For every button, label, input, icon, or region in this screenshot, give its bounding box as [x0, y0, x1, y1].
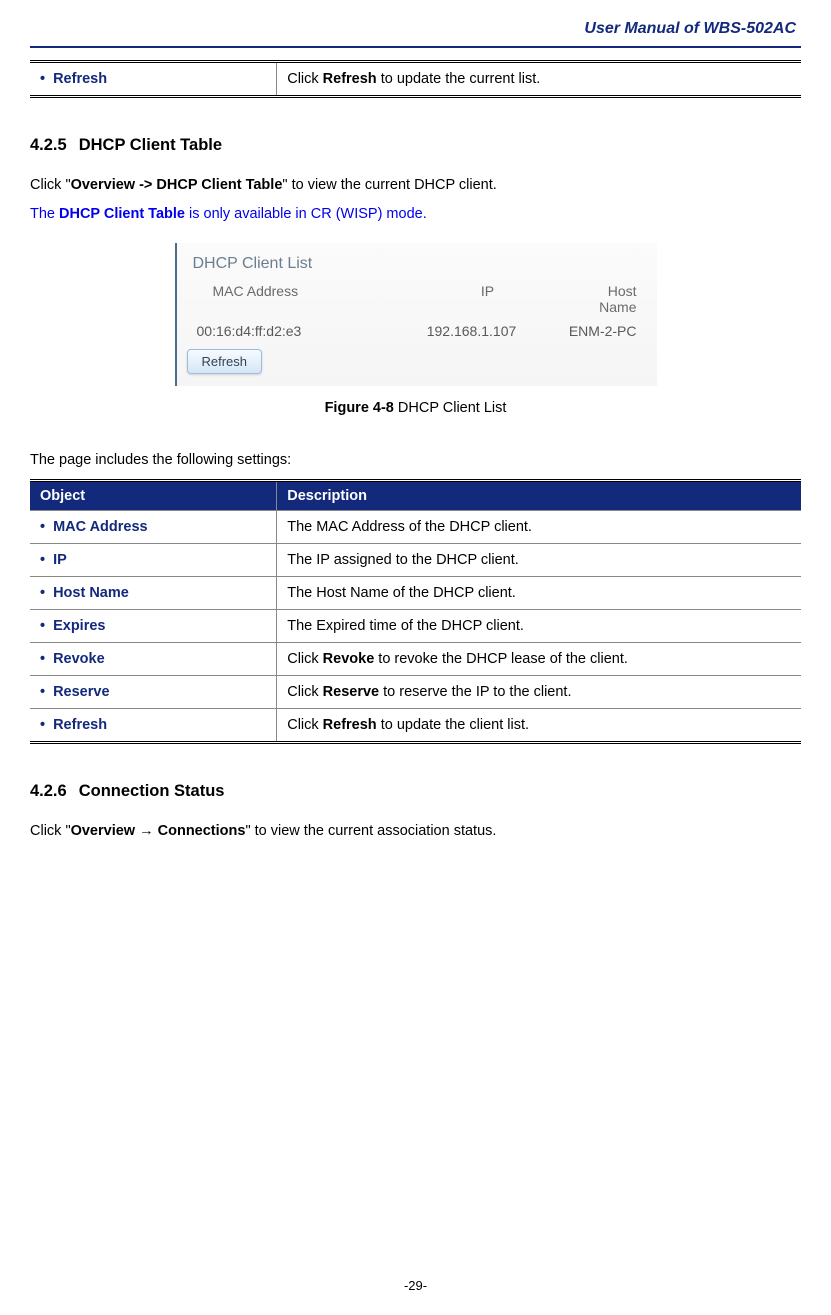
- settings-table: Object Description • MAC Address The MAC …: [30, 479, 801, 744]
- text-bold: Overview -> DHCP Client Table: [71, 177, 283, 193]
- figure-caption: Figure 4-8 DHCP Client List: [30, 400, 801, 416]
- desc-bold: Reserve: [323, 684, 379, 700]
- text-bold: Overview → Connections: [71, 823, 246, 839]
- figure-cell-ip: 192.168.1.107: [377, 323, 567, 339]
- figure-caption-bold: Figure 4-8: [325, 400, 394, 416]
- object-label: Host Name: [53, 585, 129, 601]
- object-cell: • MAC Address: [30, 511, 277, 544]
- page-number: -29-: [0, 1278, 831, 1293]
- desc-bold: Refresh: [323, 717, 377, 733]
- description-cell: The IP assigned to the DHCP client.: [277, 544, 801, 577]
- section-number: 4.2.5: [30, 136, 67, 155]
- object-cell: • Refresh: [30, 62, 277, 97]
- figure-col-mac: MAC Address: [193, 283, 393, 315]
- desc-pre: Click: [287, 717, 322, 733]
- description-cell: The Host Name of the DHCP client.: [277, 577, 801, 610]
- desc-pre: The IP assigned to the DHCP client.: [287, 552, 519, 568]
- object-label: Reserve: [53, 684, 109, 700]
- desc-post: to update the client list.: [377, 717, 529, 733]
- text-bold: DHCP Client Table: [59, 206, 185, 222]
- bullet-icon: •: [40, 552, 45, 568]
- bullet-icon: •: [40, 519, 45, 535]
- object-label: Refresh: [53, 71, 107, 87]
- section-title: DHCP Client Table: [79, 136, 222, 154]
- table-row: • Reserve Click Reserve to reserve the IP…: [30, 676, 801, 709]
- bullet-icon: •: [40, 585, 45, 601]
- dhcp-para1: Click "Overview -> DHCP Client Table" to…: [30, 171, 801, 200]
- table-row: • Refresh Click Refresh to update the cur…: [30, 62, 801, 97]
- bullet-icon: •: [40, 651, 45, 667]
- object-label: Expires: [53, 618, 105, 634]
- section-number: 4.2.6: [30, 782, 67, 801]
- settings-intro: The page includes the following settings…: [30, 446, 801, 475]
- object-cell: • Revoke: [30, 643, 277, 676]
- text-post: is only available in CR (WISP) mode.: [185, 206, 427, 222]
- object-cell: • Expires: [30, 610, 277, 643]
- table-row: • IP The IP assigned to the DHCP client.: [30, 544, 801, 577]
- object-label: IP: [53, 552, 67, 568]
- figure-column-header: MAC Address IP Host Name: [189, 283, 651, 319]
- header-description: Description: [277, 481, 801, 511]
- bullet-icon: •: [40, 71, 45, 87]
- figure-col-ip: IP: [393, 283, 583, 315]
- description-cell: Click Revoke to revoke the DHCP lease of…: [277, 643, 801, 676]
- text-post: " to view the current DHCP client.: [282, 177, 496, 193]
- description-cell: Click Refresh to update the current list…: [277, 62, 801, 97]
- text-pre: Click ": [30, 823, 71, 839]
- figure-data-row: 00:16:d4:ff:d2:e3 192.168.1.107 ENM-2-PC: [189, 319, 651, 349]
- desc-bold: Refresh: [323, 71, 377, 87]
- bullet-icon: •: [40, 684, 45, 700]
- text-pre: The: [30, 206, 59, 222]
- desc-post: to reserve the IP to the client.: [379, 684, 571, 700]
- description-cell: Click Reserve to reserve the IP to the c…: [277, 676, 801, 709]
- description-cell: Click Refresh to update the client list.: [277, 709, 801, 743]
- object-cell: • Host Name: [30, 577, 277, 610]
- description-cell: The Expired time of the DHCP client.: [277, 610, 801, 643]
- section-heading-connection-status: 4.2.6 Connection Status: [30, 782, 801, 801]
- bullet-icon: •: [40, 618, 45, 634]
- figure-dhcp-client-list: DHCP Client List MAC Address IP Host Nam…: [175, 243, 657, 386]
- figure-cell-host: ENM-2-PC: [567, 323, 647, 339]
- object-label: Revoke: [53, 651, 105, 667]
- object-cell: • Refresh: [30, 709, 277, 743]
- connection-para1: Click "Overview → Connections" to view t…: [30, 817, 801, 846]
- dhcp-para2: The DHCP Client Table is only available …: [30, 200, 801, 229]
- figure-panel-title: DHCP Client List: [189, 249, 651, 283]
- table-row: • Revoke Click Revoke to revoke the DHCP …: [30, 643, 801, 676]
- figure-cell-mac: 00:16:d4:ff:d2:e3: [193, 323, 377, 339]
- desc-pre: The Host Name of the DHCP client.: [287, 585, 516, 601]
- table-row: • Host Name The Host Name of the DHCP cli…: [30, 577, 801, 610]
- figure-col-host: Host Name: [583, 283, 647, 315]
- desc-post: to revoke the DHCP lease of the client.: [374, 651, 628, 667]
- header-rule: [30, 46, 801, 48]
- description-cell: The MAC Address of the DHCP client.: [277, 511, 801, 544]
- table-row: • MAC Address The MAC Address of the DHCP…: [30, 511, 801, 544]
- section-heading-dhcp: 4.2.5 DHCP Client Table: [30, 136, 801, 155]
- text-pre: Click ": [30, 177, 71, 193]
- desc-bold: Revoke: [323, 651, 375, 667]
- top-refresh-table: • Refresh Click Refresh to update the cur…: [30, 60, 801, 98]
- object-cell: • IP: [30, 544, 277, 577]
- section-title: Connection Status: [79, 782, 225, 800]
- desc-pre: The MAC Address of the DHCP client.: [287, 519, 532, 535]
- table-row: • Refresh Click Refresh to update the cli…: [30, 709, 801, 743]
- object-cell: • Reserve: [30, 676, 277, 709]
- header-object: Object: [30, 481, 277, 511]
- desc-pre: Click: [287, 651, 322, 667]
- doc-header-title: User Manual of WBS-502AC: [30, 20, 801, 38]
- text-post: " to view the current association status…: [245, 823, 496, 839]
- bullet-icon: •: [40, 717, 45, 733]
- desc-pre: The Expired time of the DHCP client.: [287, 618, 524, 634]
- desc-pre: Click: [287, 71, 322, 87]
- desc-pre: Click: [287, 684, 322, 700]
- figure-refresh-button[interactable]: Refresh: [187, 349, 263, 374]
- object-label: Refresh: [53, 717, 107, 733]
- table-row: • Expires The Expired time of the DHCP cl…: [30, 610, 801, 643]
- table-header-row: Object Description: [30, 481, 801, 511]
- object-label: MAC Address: [53, 519, 148, 535]
- desc-post: to update the current list.: [377, 71, 541, 87]
- figure-caption-text: DHCP Client List: [394, 400, 507, 416]
